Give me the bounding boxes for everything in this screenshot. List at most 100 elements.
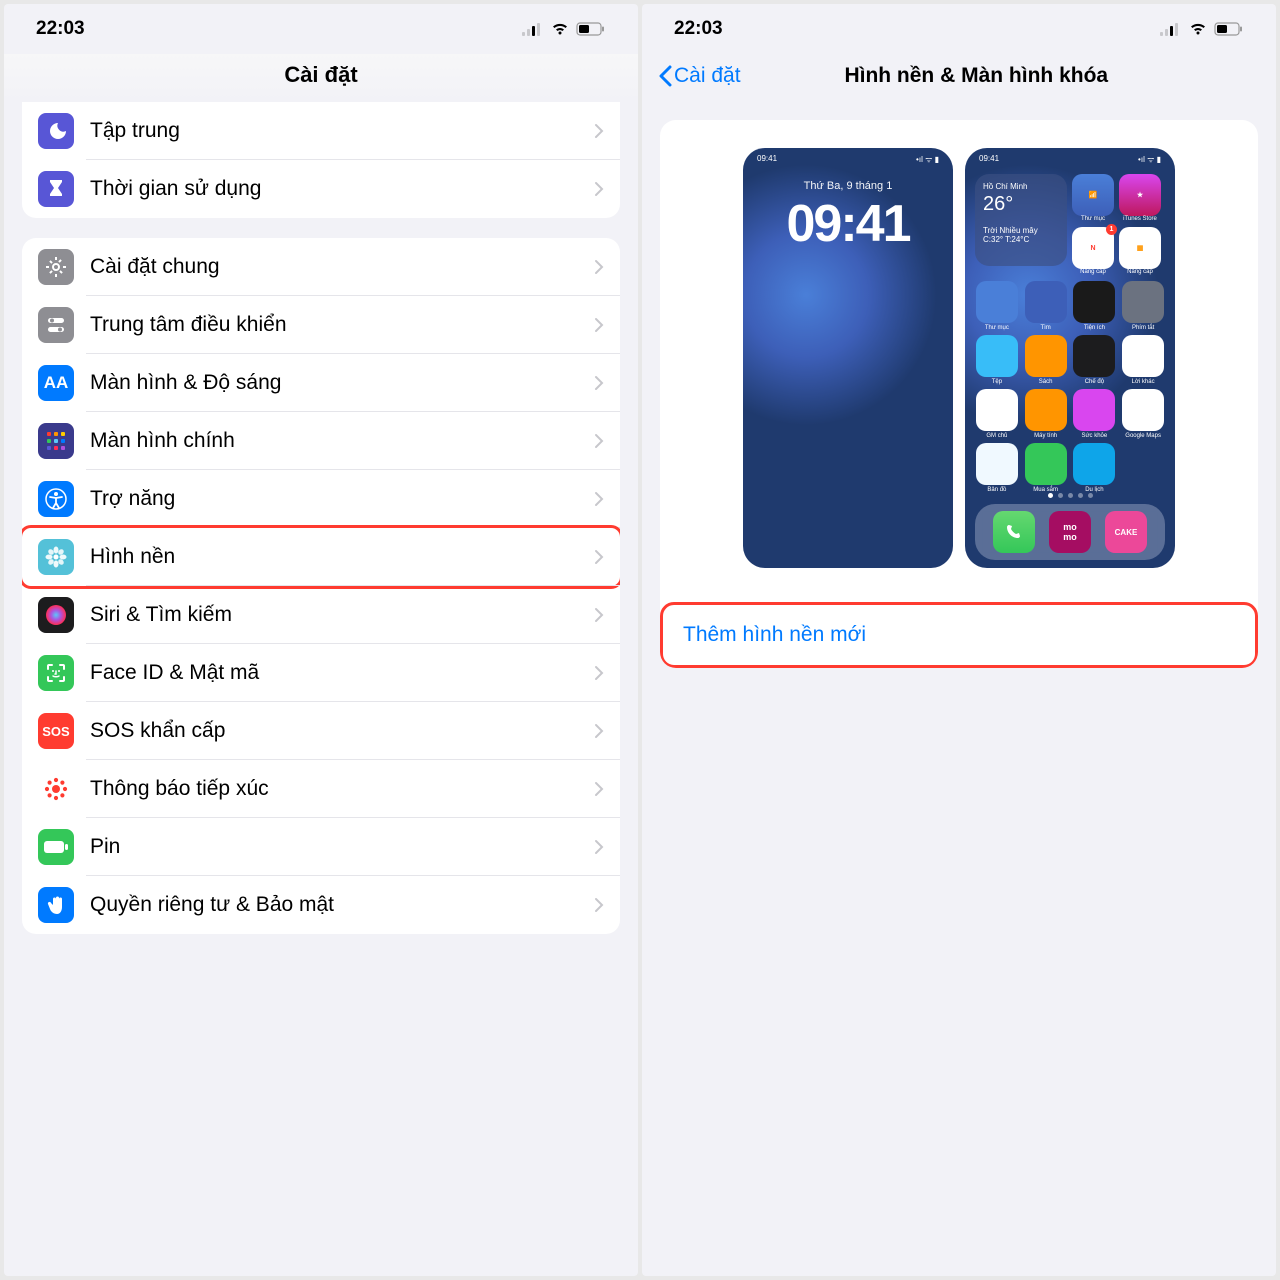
settings-label: Hình nền — [90, 545, 578, 569]
app-icon — [976, 389, 1018, 431]
app-icon — [976, 335, 1018, 377]
chevron-right-icon — [594, 839, 604, 855]
hourglass-icon — [38, 171, 74, 207]
grid-icon — [38, 423, 74, 459]
app-icon — [976, 443, 1018, 485]
flower-icon — [38, 539, 74, 575]
signal-icon — [522, 22, 544, 36]
settings-row-aa[interactable]: AA Màn hình & Độ sáng — [22, 354, 620, 412]
app-icon — [976, 281, 1018, 323]
wallpaper-card: 09:41 •ıl ᯤ ▮ Thứ Ba, 9 tháng 1 09:41 09… — [660, 120, 1258, 668]
add-wallpaper-row[interactable]: Thêm hình nền mới — [660, 602, 1258, 668]
chevron-right-icon — [594, 181, 604, 197]
status-time: 22:03 — [36, 18, 85, 40]
settings-label: Quyền riêng tư & Bảo mật — [90, 893, 578, 917]
settings-row-faceid[interactable]: Face ID & Mật mã — [22, 644, 620, 702]
home-screen-preview[interactable]: 09:41 •ıl ᯤ ▮ Hồ Chí Minh 26° Trời Nhiều… — [965, 148, 1175, 568]
app-icon: 📶 — [1072, 174, 1114, 216]
chevron-right-icon — [594, 375, 604, 391]
accessibility-icon — [38, 481, 74, 517]
faceid-icon — [38, 655, 74, 691]
switches-icon — [38, 307, 74, 343]
app-icon: ★ — [1119, 174, 1161, 216]
settings-screen: 22:03 Cài đặt Tập trung Thời gian sử dụn… — [4, 4, 638, 1276]
settings-row-hourglass[interactable]: Thời gian sử dụng — [22, 160, 620, 218]
dock: momo CAKE — [975, 504, 1165, 560]
battery-icon — [38, 829, 74, 865]
lock-screen-preview[interactable]: 09:41 •ıl ᯤ ▮ Thứ Ba, 9 tháng 1 09:41 — [743, 148, 953, 568]
settings-label: Face ID & Mật mã — [90, 661, 578, 685]
app-icon — [1073, 281, 1115, 323]
status-bar: 22:03 — [642, 4, 1276, 54]
app-icon — [1073, 389, 1115, 431]
settings-group-1: Tập trung Thời gian sử dụng — [22, 102, 620, 218]
weather-widget: Hồ Chí Minh 26° Trời Nhiều mây C:32° T:2… — [975, 174, 1067, 266]
exposure-icon — [38, 771, 74, 807]
settings-label: Màn hình & Độ sáng — [90, 371, 578, 395]
signal-icon — [1160, 22, 1182, 36]
app-grid: Thư mụcTìmTiện íchPhím tắtTệpSáchChế độL… — [975, 281, 1165, 493]
battery-icon — [1214, 22, 1244, 36]
settings-row-battery[interactable]: Pin — [22, 818, 620, 876]
app-icon — [1025, 281, 1067, 323]
moon-icon — [38, 113, 74, 149]
siri-icon — [38, 597, 74, 633]
chevron-right-icon — [594, 317, 604, 333]
settings-label: Trung tâm điều khiển — [90, 313, 578, 337]
chevron-right-icon — [594, 781, 604, 797]
back-button[interactable]: Cài đặt — [658, 64, 741, 88]
settings-row-hand[interactable]: Quyền riêng tư & Bảo mật — [22, 876, 620, 934]
settings-list: Tập trung Thời gian sử dụng Cài đặt chun… — [4, 102, 638, 1276]
sos-icon: SOS — [38, 713, 74, 749]
wifi-icon — [550, 22, 570, 36]
app-icon: ▦ — [1119, 227, 1161, 269]
settings-label: SOS khẩn cấp — [90, 719, 578, 743]
app-icon — [1025, 335, 1067, 377]
aa-icon: AA — [38, 365, 74, 401]
chevron-right-icon — [594, 723, 604, 739]
settings-group-2: Cài đặt chung Trung tâm điều khiển AA Mà… — [22, 238, 620, 934]
nav-header: Cài đặt Hình nền & Màn hình khóa — [642, 54, 1276, 102]
status-bar: 22:03 — [4, 4, 638, 54]
status-icons — [522, 22, 606, 36]
app-icon — [1025, 389, 1067, 431]
settings-row-siri[interactable]: Siri & Tìm kiếm — [22, 586, 620, 644]
settings-label: Cài đặt chung — [90, 255, 578, 279]
settings-row-moon[interactable]: Tập trung — [22, 102, 620, 160]
app-icon: N1 — [1072, 227, 1114, 269]
chevron-right-icon — [594, 433, 604, 449]
settings-row-accessibility[interactable]: Trợ năng — [22, 470, 620, 528]
app-icon — [1073, 443, 1115, 485]
add-wallpaper-link[interactable]: Thêm hình nền mới — [683, 623, 866, 646]
settings-label: Siri & Tìm kiếm — [90, 603, 578, 627]
status-icons — [1160, 22, 1244, 36]
chevron-right-icon — [594, 491, 604, 507]
page-dots — [965, 493, 1175, 498]
settings-label: Màn hình chính — [90, 429, 578, 453]
wifi-icon — [1188, 22, 1208, 36]
back-label: Cài đặt — [674, 64, 741, 88]
chevron-right-icon — [594, 549, 604, 565]
settings-label: Thời gian sử dụng — [90, 177, 578, 201]
lock-time: 09:41 — [787, 194, 910, 254]
settings-row-sos[interactable]: SOS SOS khẩn cấp — [22, 702, 620, 760]
app-icon — [1122, 281, 1164, 323]
page-title: Cài đặt — [4, 54, 638, 102]
settings-label: Thông báo tiếp xúc — [90, 777, 578, 801]
lock-date: Thứ Ba, 9 tháng 1 — [804, 180, 893, 192]
gear-icon — [38, 249, 74, 285]
settings-row-flower[interactable]: Hình nền — [22, 525, 620, 589]
phone-app-icon — [993, 511, 1035, 553]
chevron-right-icon — [594, 607, 604, 623]
settings-row-grid[interactable]: Màn hình chính — [22, 412, 620, 470]
settings-row-gear[interactable]: Cài đặt chung — [22, 238, 620, 296]
chevron-left-icon — [658, 65, 672, 87]
chevron-right-icon — [594, 123, 604, 139]
wallpaper-previews: 09:41 •ıl ᯤ ▮ Thứ Ba, 9 tháng 1 09:41 09… — [660, 120, 1258, 588]
settings-row-exposure[interactable]: Thông báo tiếp xúc — [22, 760, 620, 818]
hand-icon — [38, 887, 74, 923]
settings-row-switches[interactable]: Trung tâm điều khiển — [22, 296, 620, 354]
wallpaper-screen: 22:03 Cài đặt Hình nền & Màn hình khóa 0… — [642, 4, 1276, 1276]
battery-icon — [576, 22, 606, 36]
page-title: Hình nền & Màn hình khóa — [753, 64, 1260, 88]
